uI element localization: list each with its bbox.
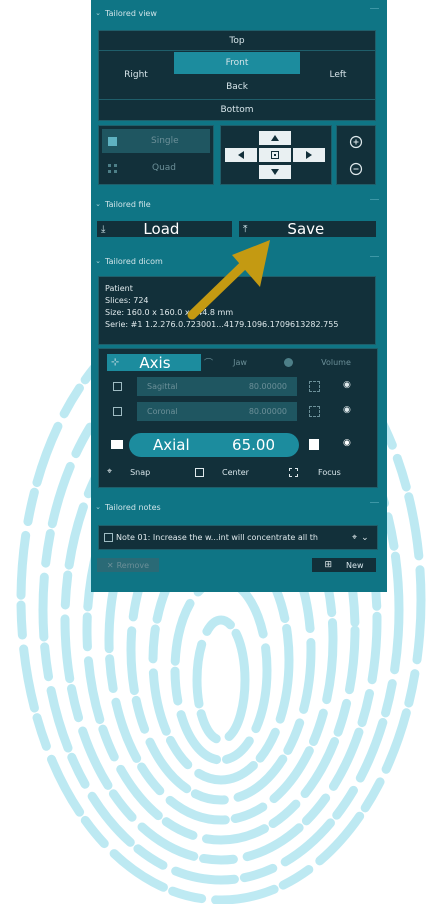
tab-axis[interactable]: ⊹ Axis: [107, 354, 201, 372]
dicom-controls: ⊹ Axis ⌒ Jaw Volume Sagittal 80.00000 ◉ …: [98, 348, 378, 488]
chevron-down-icon: ⌄: [95, 9, 101, 17]
plane-row-axial: Axial 65.00 ◉: [103, 432, 371, 458]
new-note-button[interactable]: ⊞ New: [312, 558, 376, 572]
eye-icon[interactable]: ◉: [343, 438, 351, 448]
axial-slider[interactable]: Axial 65.00: [129, 433, 299, 457]
view-bottom-button[interactable]: Bottom: [99, 99, 375, 119]
layout-quad-button[interactable]: Quad: [102, 156, 210, 180]
view-right-button[interactable]: Right: [99, 52, 173, 98]
axis-icon: ⊹: [111, 357, 120, 368]
layout-selector: Single Quad: [98, 125, 214, 185]
plane-row-coronal: Coronal 80.00000 ◉: [103, 401, 371, 423]
plane-row-sagittal: Sagittal 80.00000 ◉: [103, 376, 371, 398]
chevron-down-icon: ⌄: [95, 503, 101, 511]
collapse-icon[interactable]: [370, 8, 379, 12]
note-checkbox[interactable]: [104, 533, 113, 542]
collapse-icon[interactable]: [370, 256, 379, 260]
chevron-down-icon: ⌄: [95, 200, 101, 208]
annotation-arrow: [187, 240, 270, 320]
zoom-out-icon[interactable]: [341, 157, 371, 180]
snap-icon[interactable]: ⌖: [352, 533, 357, 543]
center-icon: [195, 467, 204, 477]
snap-icon: ⌖: [107, 467, 113, 477]
coronal-slider[interactable]: Coronal 80.00000: [137, 402, 297, 421]
arrow-right-icon[interactable]: [293, 148, 325, 162]
center-icon[interactable]: [259, 148, 291, 162]
note-item[interactable]: Note 01: Increase the w...int will conce…: [98, 525, 378, 550]
tailored-notes-header[interactable]: ⌄ Tailored notes: [91, 498, 387, 516]
fit-icon[interactable]: [309, 406, 320, 417]
navigation-pad: [220, 125, 332, 185]
center-button[interactable]: Center: [191, 463, 279, 481]
layout-single-button[interactable]: Single: [102, 129, 210, 153]
tab-volume[interactable]: Volume: [280, 354, 372, 371]
quad-view-icon: [108, 163, 117, 173]
eye-icon[interactable]: ◉: [343, 380, 351, 390]
sagittal-checkbox[interactable]: [113, 382, 122, 391]
coronal-checkbox[interactable]: [113, 407, 122, 416]
upload-icon: ⤒: [243, 223, 248, 235]
view-cube: Top Front Right Left Back Bottom: [98, 30, 376, 121]
zoom-in-icon[interactable]: [341, 130, 371, 153]
single-view-icon: [108, 136, 117, 146]
collapse-icon[interactable]: [370, 502, 379, 506]
focus-icon: [289, 467, 298, 477]
arrow-up-icon[interactable]: [259, 131, 291, 145]
remove-button[interactable]: ✕ Remove: [97, 558, 159, 572]
focus-button[interactable]: Focus: [285, 463, 371, 481]
view-top-button[interactable]: Top: [99, 31, 375, 51]
download-icon: ⤓: [101, 223, 106, 235]
collapse-icon[interactable]: [370, 199, 379, 203]
snap-button[interactable]: ⌖ Snap: [103, 463, 185, 481]
tab-jaw[interactable]: ⌒ Jaw: [202, 354, 278, 371]
arrow-left-icon[interactable]: [225, 148, 257, 162]
chevron-down-icon[interactable]: ⌄: [361, 533, 369, 543]
view-back-button[interactable]: Back: [174, 75, 300, 98]
zoom-controls: [336, 125, 376, 185]
view-left-button[interactable]: Left: [301, 52, 375, 98]
new-note-icon: ⊞: [324, 560, 333, 570]
fit-icon[interactable]: [309, 439, 319, 450]
arrow-down-icon[interactable]: [259, 165, 291, 179]
view-front-button[interactable]: Front: [174, 52, 300, 74]
jaw-icon: ⌒: [204, 359, 214, 369]
fit-icon[interactable]: [309, 381, 320, 392]
tailored-view-header[interactable]: ⌄ Tailored view: [91, 4, 387, 22]
chevron-down-icon: ⌄: [95, 257, 101, 265]
sagittal-slider[interactable]: Sagittal 80.00000: [137, 377, 297, 396]
tailored-file-header[interactable]: ⌄ Tailored file: [91, 195, 387, 213]
eye-icon[interactable]: ◉: [343, 405, 351, 415]
axial-checkbox[interactable]: [111, 440, 123, 449]
volume-icon: [284, 358, 293, 367]
